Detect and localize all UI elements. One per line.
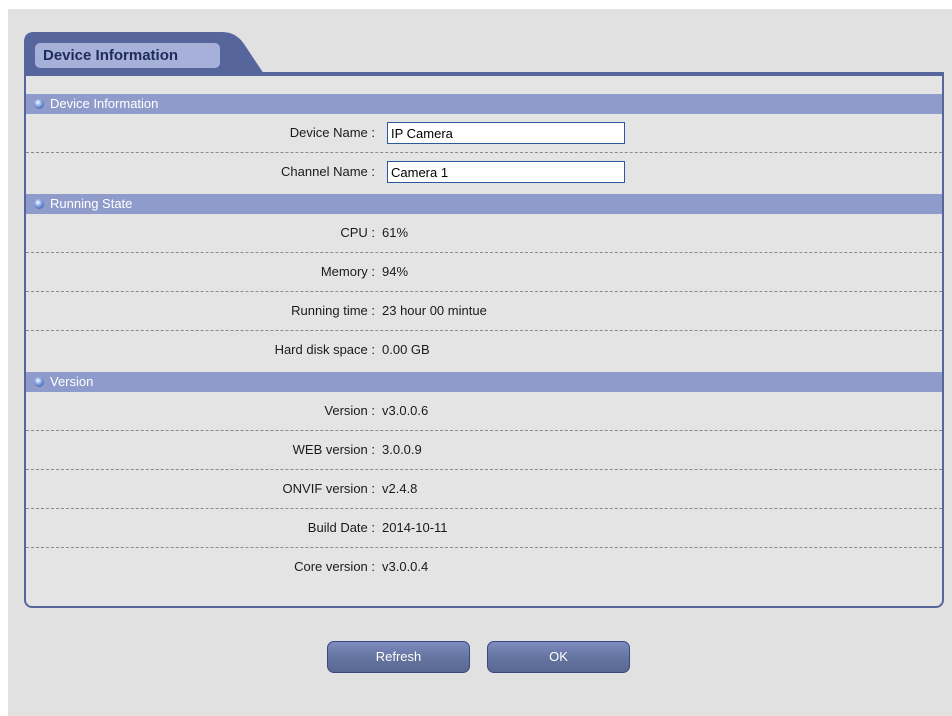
build-date-value: 2014-10-11 <box>382 520 448 535</box>
version-label: Version : <box>324 403 375 418</box>
section-title: Device Information <box>50 96 159 111</box>
memory-value: 94% <box>382 264 409 279</box>
core-version-value: v3.0.0.4 <box>382 559 429 574</box>
section-header-version: Version <box>26 372 942 392</box>
section-bullet-icon <box>34 99 44 109</box>
cpu-label: CPU : <box>340 225 375 240</box>
version-row: Version : v3.0.0.6 <box>26 392 942 431</box>
running-time-row: Running time : 23 hour 00 mintue <box>26 292 942 331</box>
memory-row: Memory : 94% <box>26 253 942 292</box>
hard-disk-label: Hard disk space : <box>274 342 375 357</box>
build-date-row: Build Date : 2014-10-11 <box>26 509 942 548</box>
web-version-row: WEB version : 3.0.0.9 <box>26 431 942 470</box>
running-time-label: Running time : <box>291 303 375 318</box>
hard-disk-row: Hard disk space : 0.00 GB <box>26 331 942 370</box>
device-info-panel: Device Information Device Name : Channel… <box>24 72 944 608</box>
web-version-value: 3.0.0.9 <box>382 442 422 457</box>
tab-title[interactable]: Device Information <box>35 43 220 68</box>
build-date-label: Build Date : <box>307 520 375 535</box>
channel-name-row: Channel Name : <box>26 153 942 192</box>
onvif-version-value: v2.4.8 <box>382 481 418 496</box>
device-information-tab[interactable]: Device Information <box>24 32 264 74</box>
web-version-label: WEB version : <box>292 442 375 457</box>
onvif-version-label: ONVIF version : <box>282 481 375 496</box>
ok-button[interactable]: OK <box>487 641 630 673</box>
section-header-device-information: Device Information <box>26 94 942 114</box>
cpu-row: CPU : 61% <box>26 214 942 253</box>
section-title: Version <box>50 374 94 389</box>
core-version-label: Core version : <box>294 559 375 574</box>
device-name-input[interactable] <box>387 122 625 144</box>
core-version-row: Core version : v3.0.0.4 <box>26 548 942 587</box>
section-bullet-icon <box>34 199 44 209</box>
running-time-value: 23 hour 00 mintue <box>382 303 487 318</box>
version-value: v3.0.0.6 <box>382 403 429 418</box>
section-title: Running State <box>50 196 133 211</box>
cpu-value: 61% <box>382 225 409 240</box>
hard-disk-value: 0.00 GB <box>382 342 430 357</box>
refresh-button[interactable]: Refresh <box>327 641 470 673</box>
channel-name-input[interactable] <box>387 161 625 183</box>
onvif-version-row: ONVIF version : v2.4.8 <box>26 470 942 509</box>
device-name-label: Device Name : <box>289 125 375 140</box>
section-bullet-icon <box>34 377 44 387</box>
memory-label: Memory : <box>320 264 375 279</box>
device-name-row: Device Name : <box>26 114 942 153</box>
channel-name-label: Channel Name : <box>281 164 375 179</box>
section-header-running-state: Running State <box>26 194 942 214</box>
